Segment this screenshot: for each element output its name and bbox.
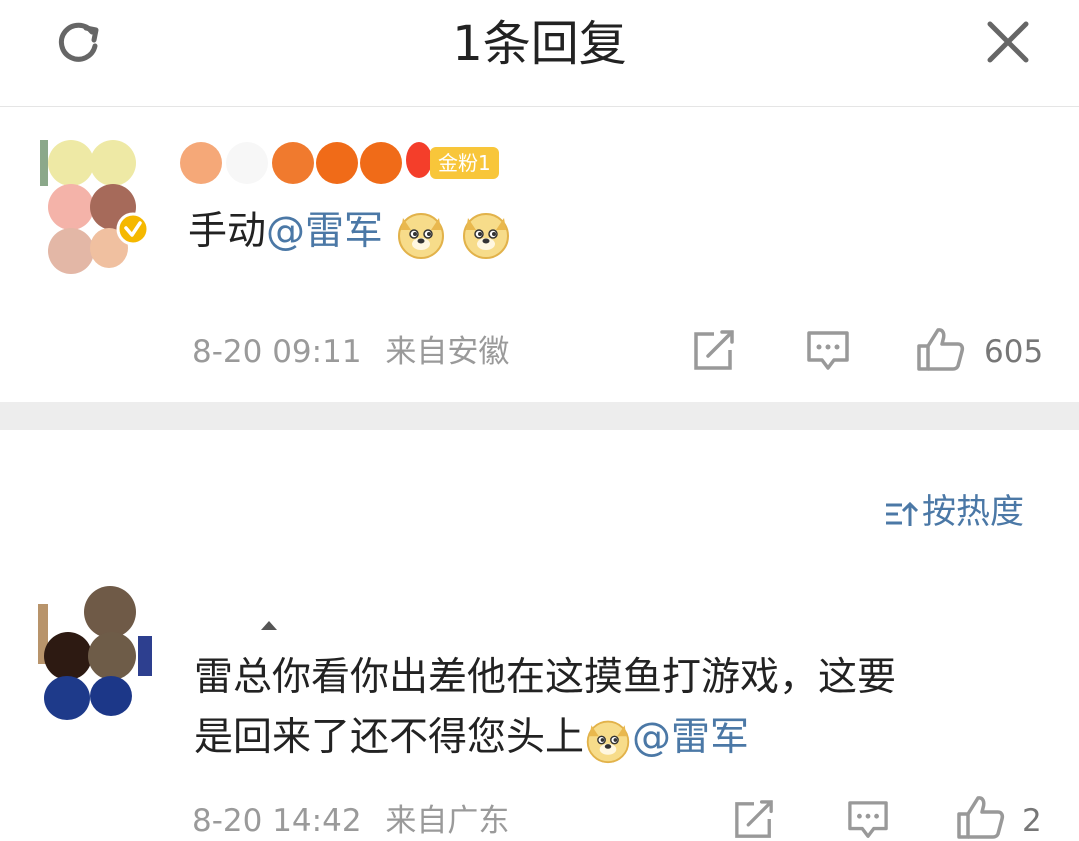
- section-divider: [0, 402, 1079, 430]
- reply-text-line1: 雷总你看你出差他在这摸鱼打游戏，这要: [194, 655, 897, 700]
- comment-time: 8-20 09:11: [192, 334, 362, 370]
- like-icon[interactable]: [916, 326, 966, 372]
- share-icon[interactable]: [692, 330, 736, 372]
- like-count: 605: [984, 334, 1044, 370]
- doge-emoji-icon: [586, 720, 630, 763]
- reply-text-line2: 是回来了还不得您头上 @雷军: [194, 708, 1034, 768]
- verified-badge-icon: [116, 212, 150, 246]
- like-count: 2: [1022, 803, 1042, 839]
- like-icon[interactable]: [956, 794, 1006, 840]
- page-title: 1条回复: [452, 16, 627, 72]
- comment-icon[interactable]: [846, 800, 890, 840]
- sort-icon: [886, 501, 918, 526]
- doge-emoji-icon: [398, 212, 445, 259]
- comment-icon[interactable]: [806, 330, 850, 372]
- sort-by-hot-button[interactable]: 按热度: [884, 490, 1024, 534]
- comment-text: 手动@雷军: [188, 202, 512, 262]
- share-icon[interactable]: [732, 800, 776, 840]
- fan-badge: 金粉1: [430, 147, 499, 179]
- comment-source: 来自安徽: [385, 334, 510, 370]
- reply-meta: 8-20 14:42 来自广东: [192, 801, 509, 841]
- doge-emoji-icon: [462, 212, 509, 259]
- username-obscured[interactable]: [180, 142, 436, 184]
- comment-text-prefix: 手动: [188, 209, 267, 254]
- reply-text-line2-prefix: 是回来了还不得您头上: [194, 715, 585, 760]
- mention-link[interactable]: @雷军: [632, 715, 749, 760]
- header-divider: [0, 106, 1079, 107]
- username-obscured[interactable]: [258, 618, 280, 632]
- comment-meta: 8-20 09:11 来自安徽: [192, 332, 509, 372]
- avatar[interactable]: [40, 140, 160, 274]
- reply-avatar[interactable]: [38, 586, 158, 722]
- header: 1条回复: [0, 0, 1079, 106]
- reply-text: 雷总你看你出差他在这摸鱼打游戏，这要 是回来了还不得您头上 @雷军: [194, 648, 1034, 768]
- close-icon[interactable]: [984, 18, 1032, 66]
- mention-link[interactable]: @雷军: [266, 209, 383, 254]
- reply-time: 8-20 14:42: [192, 803, 362, 839]
- reply-source: 来自广东: [385, 803, 510, 839]
- sort-label: 按热度: [922, 492, 1024, 532]
